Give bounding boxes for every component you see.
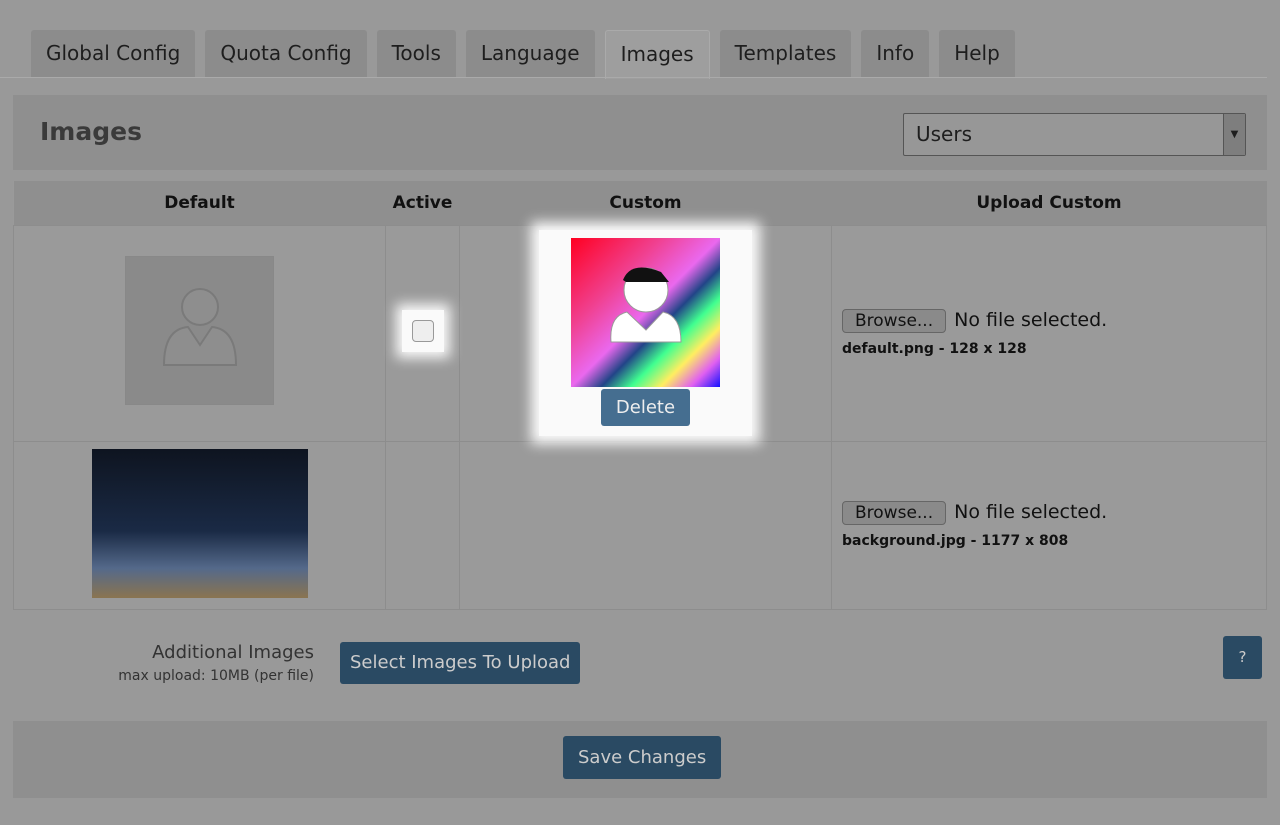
additional-images-label: Additional Images max upload: 10MB (per … [118, 642, 314, 684]
tab-images[interactable]: Images [604, 30, 710, 79]
tab-bar: Global Config Quota Config Tools Languag… [31, 30, 1015, 79]
tab-help[interactable]: Help [939, 30, 1015, 77]
table-row: Browse... No file selected. background.jpg… [13, 440, 1267, 610]
col-default: Default [13, 181, 386, 225]
images-header: Images Users ▼ [13, 95, 1267, 170]
select-value: Users [916, 122, 973, 146]
file-status: No file selected. [954, 309, 1108, 331]
save-changes-button[interactable]: Save Changes [563, 736, 722, 779]
custom-avatar-image [571, 238, 720, 387]
help-button[interactable]: ? [1223, 636, 1262, 679]
page-title: Images [40, 117, 142, 146]
user-silhouette-icon [162, 288, 238, 366]
default-avatar-image [125, 256, 274, 405]
custom-image-cell: Delete [539, 230, 752, 436]
browse-button[interactable]: Browse... [842, 501, 947, 525]
table-row: Delete Browse... No file selected. default… [13, 224, 1267, 442]
tab-templates[interactable]: Templates [719, 30, 852, 77]
active-checkbox[interactable] [411, 320, 434, 342]
file-status: No file selected. [954, 501, 1108, 523]
file-info: background.jpg - 1177 x 808 [842, 533, 1069, 549]
tab-language[interactable]: Language [465, 30, 595, 77]
image-set-select[interactable]: Users ▼ [903, 113, 1246, 156]
file-info: default.png - 128 x 128 [842, 341, 1027, 357]
tab-info[interactable]: Info [861, 30, 930, 77]
col-custom: Custom [459, 181, 832, 225]
dropdown-arrow-icon: ▼ [1223, 114, 1245, 155]
images-table: Default Active Custom Upload Custom Dele… [13, 181, 1267, 610]
select-images-button[interactable]: Select Images To Upload [340, 642, 581, 684]
delete-button[interactable]: Delete [600, 389, 691, 426]
col-upload: Upload Custom [831, 181, 1267, 225]
col-active: Active [385, 181, 460, 225]
default-background-image [91, 448, 308, 598]
tab-global-config[interactable]: Global Config [31, 30, 196, 77]
additional-title: Additional Images [152, 642, 314, 663]
browse-button[interactable]: Browse... [842, 309, 947, 333]
footer-bar: Save Changes [13, 721, 1267, 798]
max-upload-note: max upload: 10MB (per file) [118, 668, 314, 684]
tab-quota-config[interactable]: Quota Config [205, 30, 367, 77]
tab-tools[interactable]: Tools [376, 30, 456, 77]
tab-divider [0, 77, 1267, 78]
